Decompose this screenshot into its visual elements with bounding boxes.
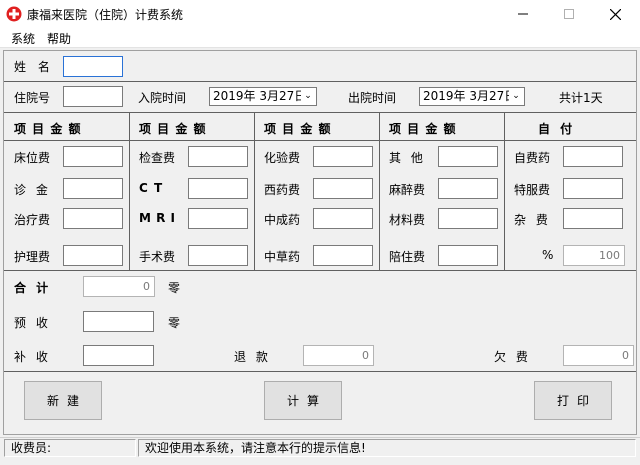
fee-label: 诊 金 [14, 183, 48, 197]
divider [4, 81, 636, 82]
divider [4, 270, 636, 271]
fee-label: 手术费 [139, 250, 176, 264]
fee-label: 检查费 [139, 151, 176, 165]
fee-label: 化验费 [264, 151, 301, 165]
header-self-pay: 自 付 [538, 122, 573, 136]
material-fee-input[interactable] [438, 208, 498, 229]
exam-fee-input[interactable] [188, 146, 248, 167]
lab-fee-input[interactable] [313, 146, 373, 167]
ct-fee-input[interactable] [188, 178, 248, 199]
chevron-down-icon[interactable]: ⌄ [509, 89, 523, 104]
column-separator [129, 112, 130, 270]
minimize-icon [518, 13, 528, 15]
column-separator [254, 112, 255, 270]
discharge-date-label: 出院时间 [348, 91, 397, 105]
treatment-fee-input[interactable] [63, 208, 123, 229]
status-message: 欢迎使用本系统，请注意本行的提示信息! [138, 439, 636, 457]
column-separator [379, 112, 380, 270]
admit-date-label: 入院时间 [138, 91, 187, 105]
name-input[interactable] [63, 56, 123, 77]
surgery-fee-input[interactable] [188, 245, 248, 266]
misc-fee-input[interactable] [563, 208, 623, 229]
owed-value: 0 [563, 345, 634, 366]
admission-no-label: 住院号 [14, 91, 51, 105]
percent-label: % [542, 248, 554, 262]
mri-fee-input[interactable] [188, 208, 248, 229]
bed-fee-input[interactable] [63, 146, 123, 167]
percent-input[interactable]: 100 [563, 245, 625, 266]
maximize-icon [564, 9, 574, 19]
cashier-label: 收费员: [4, 439, 136, 457]
maximize-button[interactable] [546, 0, 592, 28]
title-bar: 康福来医院（住院）计费系统 [0, 0, 640, 28]
fee-label: M R I [139, 211, 176, 225]
divider [4, 140, 636, 141]
divider [4, 371, 636, 372]
calculate-button[interactable]: 计算 [264, 381, 342, 420]
menu-bar: 系统 帮助 [0, 28, 640, 48]
prepaid-unit: 零 [168, 316, 181, 330]
self-pay-drug-input[interactable] [563, 146, 623, 167]
fee-label: 床位费 [14, 151, 51, 165]
minimize-button[interactable] [500, 0, 546, 28]
admit-date-picker[interactable]: 2019年 3月27日 ⌄ [209, 87, 317, 106]
close-icon [609, 8, 621, 20]
self-pay-label: 特服费 [514, 183, 551, 197]
self-pay-label: 自费药 [514, 151, 551, 165]
main-panel: 姓 名 住院号 入院时间 2019年 3月27日 ⌄ 出院时间 2019年 3月… [3, 50, 637, 435]
fee-label: 麻醉费 [389, 183, 426, 197]
column-separator [504, 112, 505, 270]
supplement-input[interactable] [83, 345, 154, 366]
menu-help[interactable]: 帮助 [47, 30, 71, 47]
header-item-amount-4: 项 目 金 额 [389, 122, 456, 136]
refund-label: 退 款 [234, 350, 268, 364]
prepaid-input[interactable] [83, 311, 154, 332]
total-label: 合 计 [14, 281, 49, 295]
header-item-amount-3: 项 目 金 额 [264, 122, 331, 136]
header-item-amount-2: 项 目 金 额 [139, 122, 206, 136]
self-pay-label: 杂 费 [514, 213, 548, 227]
chevron-down-icon[interactable]: ⌄ [301, 89, 315, 104]
total-value: 0 [83, 276, 155, 297]
fee-label: 陪住费 [389, 250, 426, 264]
prepaid-label: 预 收 [14, 316, 48, 330]
anesthesia-fee-input[interactable] [438, 178, 498, 199]
fee-label: 材料费 [389, 213, 426, 227]
red-cross-icon [6, 6, 22, 22]
nursing-fee-input[interactable] [63, 245, 123, 266]
name-label: 姓 名 [14, 60, 50, 74]
refund-value: 0 [303, 345, 374, 366]
discharge-date-value: 2019年 3月27日 [423, 89, 517, 103]
header-item-amount-1: 项 目 金 额 [14, 122, 81, 136]
herbal-med-input[interactable] [313, 245, 373, 266]
total-unit: 零 [168, 281, 181, 295]
menu-system[interactable]: 系统 [11, 30, 35, 47]
patent-med-input[interactable] [313, 208, 373, 229]
fee-label: 西药费 [264, 183, 301, 197]
admission-no-input[interactable] [63, 86, 123, 107]
supplement-label: 补 收 [14, 350, 48, 364]
owed-label: 欠 费 [494, 350, 528, 364]
consult-fee-input[interactable] [63, 178, 123, 199]
special-service-input[interactable] [563, 178, 623, 199]
divider [4, 112, 636, 113]
discharge-date-picker[interactable]: 2019年 3月27日 ⌄ [419, 87, 525, 106]
fee-label: 其 他 [389, 151, 423, 165]
escort-fee-input[interactable] [438, 245, 498, 266]
status-bar: 收费员: 欢迎使用本系统，请注意本行的提示信息! [0, 437, 640, 457]
other-fee-input[interactable] [438, 146, 498, 167]
fee-label: 护理费 [14, 250, 51, 264]
window-title: 康福来医院（住院）计费系统 [27, 8, 184, 22]
admit-date-value: 2019年 3月27日 [213, 89, 307, 103]
new-button[interactable]: 新建 [24, 381, 102, 420]
fee-label: 中草药 [264, 250, 301, 264]
fee-label: 治疗费 [14, 213, 51, 227]
fee-label: 中成药 [264, 213, 301, 227]
close-button[interactable] [592, 0, 638, 28]
fee-label: C T [139, 181, 163, 195]
western-med-input[interactable] [313, 178, 373, 199]
print-button[interactable]: 打印 [534, 381, 612, 420]
total-days: 共计1天 [559, 91, 603, 105]
